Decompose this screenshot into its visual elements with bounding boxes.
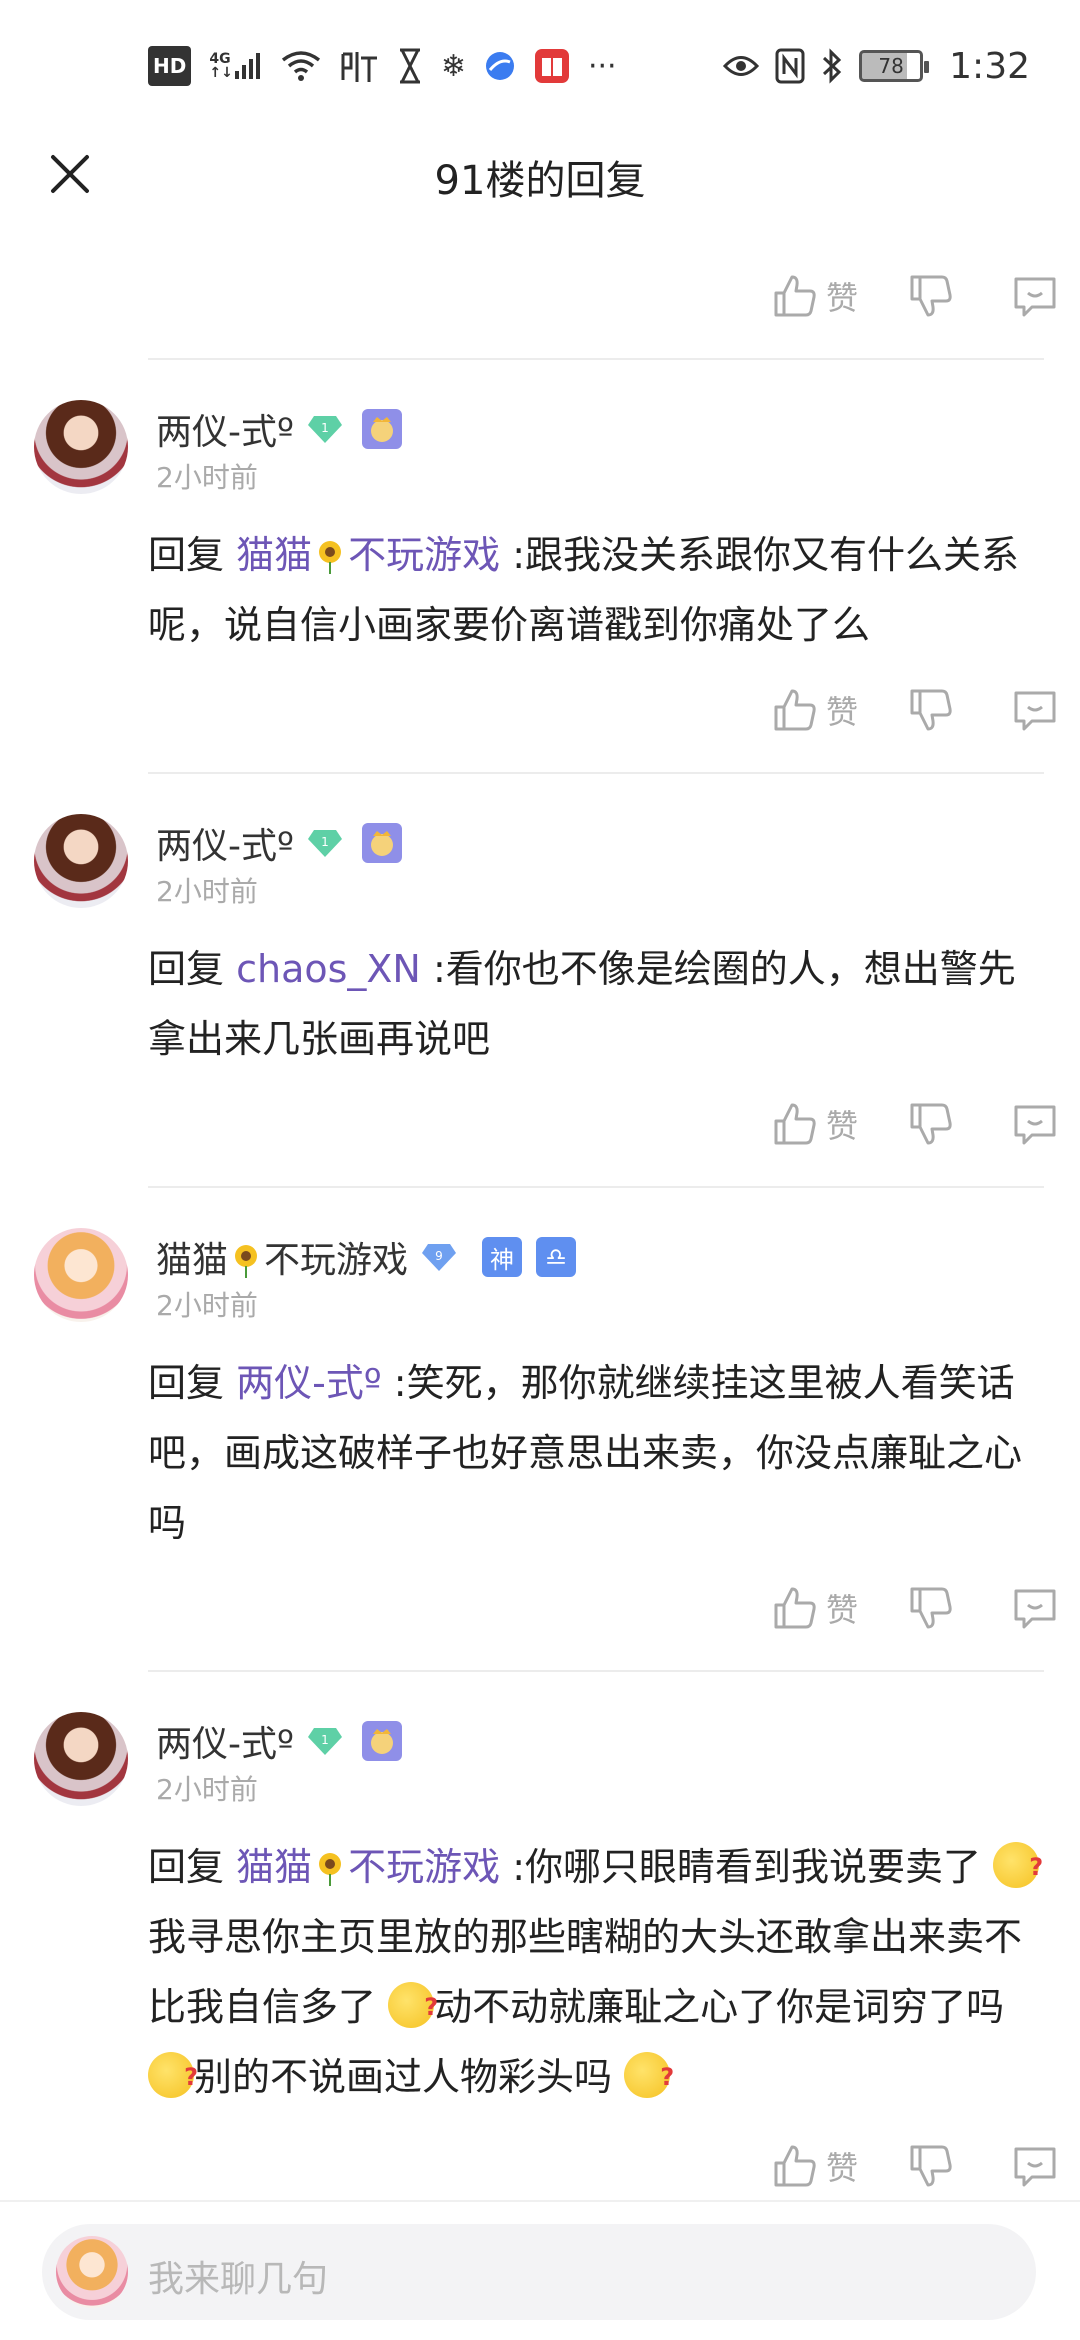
- level-badge-icon: 1: [307, 1728, 342, 1755]
- avatar[interactable]: [34, 1712, 128, 1806]
- comment-text: 回复 猫猫 不玩游戏 :跟我没关系跟你又有什么关系呢，说自信小画家要价离谱戳到你痛…: [148, 533, 1020, 647]
- like-button[interactable]: 赞: [772, 687, 858, 733]
- reply-button[interactable]: [1012, 1101, 1058, 1147]
- my-avatar: [56, 2236, 128, 2308]
- member-badge-icon: [361, 409, 402, 449]
- svg-text:9: 9: [435, 1249, 443, 1263]
- 4g-signal-icon: 4G ↑↓: [209, 46, 262, 86]
- book-icon: [534, 46, 570, 86]
- mention-link[interactable]: 猫猫 不玩游戏: [236, 1845, 500, 1889]
- divider: [148, 1186, 1044, 1188]
- bluetooth-icon: [821, 46, 843, 86]
- comment-text: 回复 chaos_XN :看你也不像是绘圈的人，想出警先拿出来几张画再说吧: [148, 947, 1016, 1061]
- user-row: 两仪-式º 1: [156, 818, 402, 868]
- divider: [148, 1670, 1044, 1672]
- comment-input-bar: 我来聊几句: [0, 2200, 1080, 2340]
- reply-button[interactable]: [1012, 1585, 1058, 1631]
- like-button[interactable]: 赞: [772, 1585, 858, 1631]
- listen-icon: [339, 46, 379, 86]
- mention-link[interactable]: 猫猫 不玩游戏: [236, 533, 500, 577]
- divider: [148, 772, 1044, 774]
- wifi-icon: [281, 46, 321, 86]
- timestamp: 2小时前: [156, 461, 258, 494]
- level-badge-icon: 1: [307, 830, 342, 857]
- comment-text: 回复 猫猫不玩游戏 :你哪只眼睛看到我说要卖了 我寻思你主页里放的那些瞎糊的大头…: [148, 1832, 1048, 2112]
- comment-input-placeholder: 我来聊几句: [148, 2259, 329, 2300]
- thinking-emoji-icon: [148, 2042, 198, 2112]
- sunflower-icon: [319, 541, 342, 574]
- reply-button[interactable]: [1012, 2143, 1058, 2189]
- like-button[interactable]: 赞: [772, 2143, 858, 2189]
- eye-icon: [723, 46, 760, 86]
- avatar[interactable]: [34, 400, 128, 494]
- timestamp: 2小时前: [156, 1773, 258, 1806]
- libra-badge-icon: ♎: [536, 1237, 577, 1277]
- reply-button[interactable]: [1012, 273, 1058, 319]
- nfc-icon: [775, 46, 805, 86]
- browser-icon: [484, 46, 516, 86]
- action-row: 赞: [772, 266, 1058, 326]
- timestamp: 2小时前: [156, 875, 258, 908]
- snowflake-icon: ❄: [440, 48, 466, 84]
- page-title: 91楼的回复: [434, 158, 646, 204]
- level-badge-icon: 1: [307, 416, 342, 443]
- status-right-icons: 78 1:32: [723, 44, 1030, 88]
- svg-text:1: 1: [321, 835, 329, 849]
- mention-link[interactable]: chaos_XN: [236, 947, 421, 991]
- dislike-button[interactable]: [908, 1101, 954, 1147]
- avatar[interactable]: [34, 1228, 128, 1322]
- hd-icon: HD: [148, 46, 192, 86]
- user-row: 两仪-式º 1: [156, 1716, 402, 1766]
- user-row: 猫猫 不玩游戏 9 神 ♎: [156, 1231, 577, 1283]
- action-row: 赞: [772, 2136, 1058, 2196]
- thinking-emoji-icon: [993, 1832, 1043, 1902]
- thinking-emoji-icon: [388, 1972, 438, 2042]
- mention-link[interactable]: 两仪-式º: [236, 1361, 382, 1405]
- header: 91楼的回复: [0, 130, 1080, 220]
- god-badge-icon: 神: [482, 1237, 523, 1277]
- status-left-icons: HD 4G ↑↓ ❄ ···: [148, 44, 617, 88]
- divider: [148, 358, 1044, 360]
- dislike-button[interactable]: [908, 2143, 954, 2189]
- user-row: 两仪-式º 1: [156, 404, 402, 454]
- comment-input[interactable]: 我来聊几句: [42, 2224, 1036, 2320]
- more-icon: ···: [587, 48, 617, 84]
- username[interactable]: 两仪-式º: [156, 817, 294, 869]
- username[interactable]: 猫猫 不玩游戏: [156, 1231, 408, 1283]
- hourglass-icon: [397, 46, 423, 86]
- svg-text:1: 1: [321, 1733, 329, 1747]
- dislike-button[interactable]: [908, 273, 954, 319]
- action-row: 赞: [772, 1578, 1058, 1638]
- avatar[interactable]: [34, 814, 128, 908]
- status-time: 1:32: [949, 45, 1030, 87]
- username[interactable]: 两仪-式º: [156, 1715, 294, 1767]
- status-bar: HD 4G ↑↓ ❄ ··· 78 1:32: [0, 0, 1080, 130]
- sunflower-icon: [319, 1853, 342, 1886]
- action-row: 赞: [772, 680, 1058, 740]
- timestamp: 2小时前: [156, 1289, 258, 1322]
- level-badge-icon: 9: [422, 1244, 457, 1271]
- battery-icon: 78: [859, 50, 930, 82]
- reply-button[interactable]: [1012, 687, 1058, 733]
- username[interactable]: 两仪-式º: [156, 403, 294, 455]
- dislike-button[interactable]: [908, 687, 954, 733]
- thinking-emoji-icon: [624, 2042, 674, 2112]
- svg-text:1: 1: [321, 421, 329, 435]
- sunflower-icon: [235, 1245, 258, 1278]
- action-row: 赞: [772, 1094, 1058, 1154]
- like-button[interactable]: 赞: [772, 273, 858, 319]
- dislike-button[interactable]: [908, 1585, 954, 1631]
- member-badge-icon: [361, 1721, 402, 1761]
- member-badge-icon: [361, 823, 402, 863]
- comment-text: 回复 两仪-式º :笑死，那你就继续挂这里被人看笑话吧，画成这破样子也好意思出来…: [148, 1361, 1023, 1545]
- like-button[interactable]: 赞: [772, 1101, 858, 1147]
